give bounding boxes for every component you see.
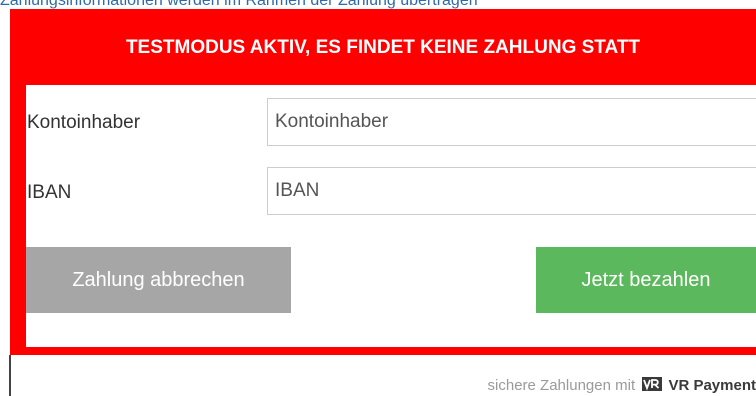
footer-text: sichere Zahlungen mit: [487, 377, 636, 394]
vr-bank-logo-icon: [642, 377, 663, 391]
iban-label: IBAN: [27, 182, 72, 203]
iban-input[interactable]: [267, 167, 756, 215]
payment-form: Kontoinhaber IBAN Zahlung abbrechen Jetz…: [26, 85, 756, 347]
left-border-line: [9, 355, 11, 396]
cancel-payment-button[interactable]: Zahlung abbrechen: [26, 247, 291, 313]
footer-secure-payments: sichere Zahlungen mit VR Payment: [488, 376, 756, 396]
top-cut-text: Zahlungsinformationen werden im Rahmen d…: [0, 0, 478, 9]
pay-now-button[interactable]: Jetzt bezahlen: [536, 247, 756, 313]
payment-frame: TESTMODUS AKTIV, ES FINDET KEINE ZAHLUNG…: [10, 9, 756, 355]
test-mode-banner: TESTMODUS AKTIV, ES FINDET KEINE ZAHLUNG…: [125, 37, 641, 58]
payment-page: Zahlungsinformationen werden im Rahmen d…: [0, 0, 756, 396]
account-holder-label: Kontoinhaber: [27, 112, 141, 133]
footer-brand: VR Payment: [668, 377, 756, 394]
account-holder-input[interactable]: [267, 98, 756, 146]
